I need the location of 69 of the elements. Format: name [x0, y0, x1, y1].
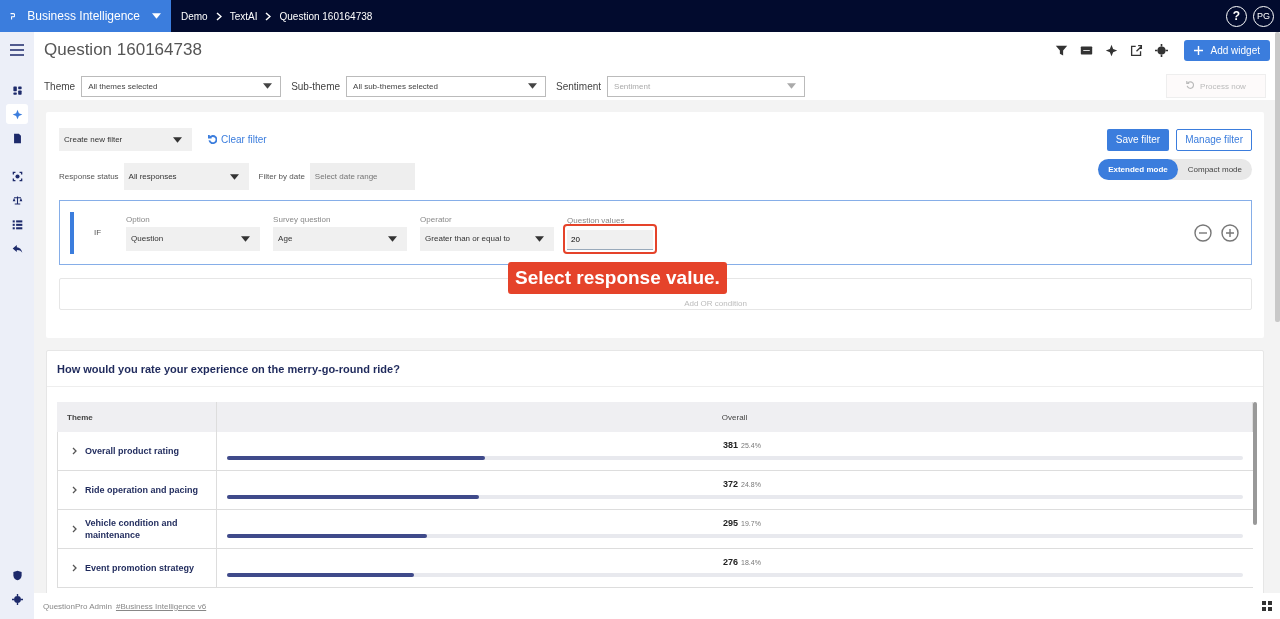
field-label: Filter by date	[258, 172, 305, 181]
expand-icon[interactable]	[72, 564, 77, 572]
save-filter-button[interactable]: Save filter	[1106, 128, 1170, 151]
add-button[interactable]	[1221, 223, 1239, 242]
field-label: Survey question	[273, 214, 332, 224]
date-range-field[interactable]: Select date range	[309, 163, 415, 190]
condition-keyword: IF	[94, 228, 102, 237]
sparkle-icon[interactable]	[1104, 43, 1118, 57]
caret-icon	[787, 83, 797, 89]
scrollbar[interactable]	[1253, 402, 1257, 525]
share-icon[interactable]	[1129, 43, 1143, 57]
settings-icon[interactable]	[1154, 43, 1168, 57]
caret-icon	[263, 83, 273, 89]
widget-title: How would you rate your experience on the merry-go-round ride?	[47, 351, 1263, 387]
caret-icon	[152, 13, 161, 19]
caret-icon	[241, 235, 251, 242]
chevron-icon	[215, 11, 222, 21]
column-header: Theme	[57, 402, 217, 432]
expand-icon[interactable]	[72, 525, 77, 533]
remove-button[interactable]	[1194, 223, 1212, 242]
add-widget-button[interactable]: Add widget	[1183, 39, 1270, 61]
column-header: Overall	[217, 402, 1253, 432]
caret-icon	[528, 83, 538, 89]
breadcrumb[interactable]: TextAI	[229, 10, 258, 22]
filter-label: Sub-theme	[291, 80, 341, 92]
page-title: Question 160164738	[44, 40, 203, 60]
reset-icon	[208, 135, 217, 144]
filter-label: Theme	[44, 80, 76, 92]
create-filter-dropdown[interactable]: Create new filter	[59, 128, 192, 151]
expand-icon[interactable]	[72, 447, 77, 455]
callout-tooltip: Select response value.	[508, 262, 727, 294]
mode-option[interactable]: Extended mode	[1098, 159, 1178, 180]
caret-icon	[535, 235, 545, 242]
filter-label: Sentiment	[556, 80, 602, 92]
footer-link[interactable]: #Business Intelligence v6	[115, 601, 207, 611]
field-label: Question values	[567, 215, 626, 225]
clear-filter-link[interactable]: Clear filter	[202, 133, 273, 146]
response-status-dropdown[interactable]: All responses	[123, 163, 249, 190]
theme-name: Overall product rating	[85, 445, 180, 457]
breadcrumb[interactable]: Demo	[181, 10, 208, 22]
refresh-icon	[1186, 81, 1195, 89]
condition-dropdown[interactable]: Age	[273, 226, 408, 251]
filter-dropdown[interactable]: All themes selected	[81, 75, 282, 97]
manage-filter-button[interactable]: Manage filter	[1176, 128, 1252, 151]
footer-text: QuestionPro Admin	[43, 601, 112, 611]
chevron-icon	[265, 11, 272, 21]
field-label: Response status	[59, 172, 119, 181]
breadcrumb: Question 160164738	[279, 10, 373, 22]
filter-icon[interactable]	[1054, 43, 1068, 57]
condition-dropdown[interactable]: Greater than or equal to	[420, 226, 555, 251]
caret-icon	[173, 136, 182, 143]
theme-name: Event promotion strategy	[85, 562, 194, 574]
menu-icon[interactable]	[10, 44, 24, 56]
theme-name: Vehicle condition and maintenance	[85, 517, 179, 541]
field-label: Operator	[420, 214, 453, 224]
caret-icon	[229, 173, 239, 180]
grid-icon[interactable]	[1262, 601, 1272, 611]
condition-dropdown[interactable]: Question	[126, 226, 261, 251]
accent-bar	[70, 211, 74, 254]
field-label: Option	[126, 214, 151, 224]
app-switcher[interactable]: Business Intelligence	[0, 0, 171, 32]
mode-option[interactable]: Compact mode	[1177, 159, 1252, 180]
scrollbar[interactable]	[1275, 32, 1280, 322]
filter-dropdown[interactable]: All sub-themes selected	[346, 75, 547, 97]
question-values-field[interactable]: 20	[567, 229, 654, 250]
caret-icon	[388, 235, 398, 242]
plus-icon	[1193, 45, 1203, 55]
expand-icon[interactable]	[72, 486, 77, 494]
theme-name: Ride operation and pacing	[85, 484, 198, 496]
